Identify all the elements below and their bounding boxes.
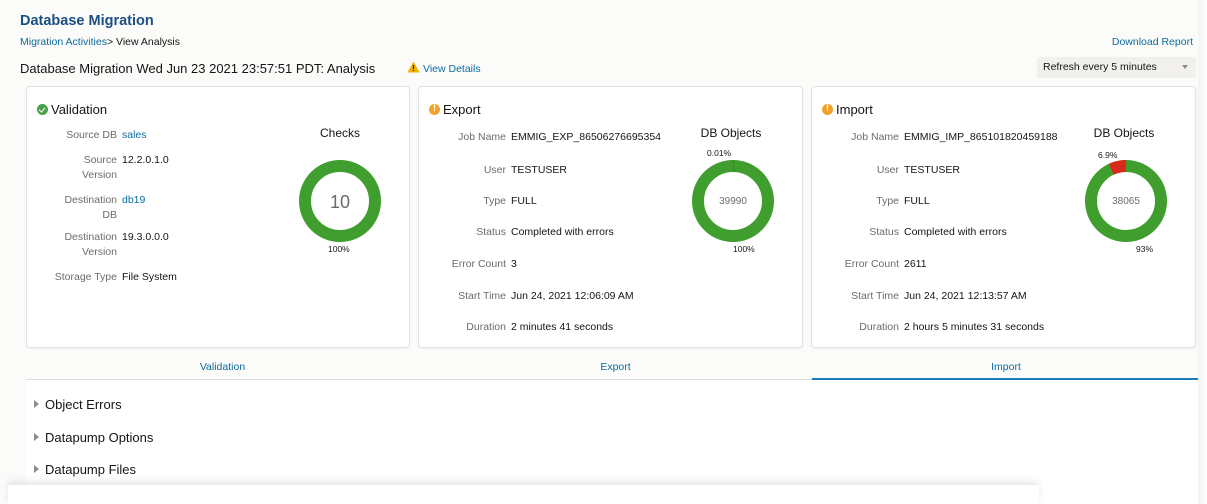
export-title: Export	[443, 102, 481, 117]
import-job-name-value: EMMIG_IMP_865101820459188	[904, 131, 1058, 143]
export-type-value: FULL	[511, 195, 537, 207]
export-duration-label: Duration	[466, 321, 506, 333]
breadcrumb: Migration Activities> View Analysis	[20, 36, 180, 48]
import-status-label: Status	[869, 226, 899, 238]
success-check-icon	[37, 104, 48, 115]
import-error-count-value: 2611	[904, 258, 927, 270]
import-status-value: Completed with errors	[904, 226, 1007, 238]
validation-card: Validation Source DB sales Source Versio…	[26, 86, 410, 348]
warning-status-icon	[822, 103, 833, 115]
checks-chart-title: Checks	[319, 126, 360, 140]
refresh-interval-select[interactable]: Refresh every 5 minutes	[1037, 57, 1196, 78]
export-success-pct: 100%	[733, 244, 755, 254]
export-card-title: Export	[429, 102, 481, 117]
destination-version-label: Destination Version	[64, 231, 117, 258]
validation-title: Validation	[51, 102, 108, 117]
breadcrumb-current: View Analysis	[113, 36, 181, 48]
checks-donut-center: 10	[330, 192, 350, 212]
import-title: Import	[836, 102, 873, 117]
view-details-link[interactable]: View Details	[423, 63, 481, 75]
expand-triangle-icon	[34, 400, 39, 408]
import-donut-center: 38065	[1112, 196, 1140, 207]
import-donut-chart: 38065	[1085, 160, 1167, 242]
datapump-options-label: Datapump Options	[45, 430, 154, 445]
object-errors-section[interactable]: Object Errors	[34, 397, 122, 412]
export-user-value: TESTUSER	[511, 164, 568, 176]
export-error-count-value: 3	[511, 258, 517, 270]
import-start-time-value: Jun 24, 2021 12:13:57 AM	[904, 290, 1027, 302]
export-donut-center: 39990	[719, 196, 747, 207]
refresh-interval-value: Refresh every 5 minutes	[1043, 61, 1157, 73]
object-errors-label: Object Errors	[45, 397, 122, 412]
chevron-down-icon	[1182, 65, 1188, 69]
analysis-tabs: Validation Export Import	[26, 356, 1200, 380]
export-error-count-label: Error Count	[451, 258, 506, 270]
export-chart-title: DB Objects	[700, 126, 762, 140]
import-job-name-label: Job Name	[851, 131, 899, 143]
storage-type-value: File System	[122, 271, 177, 283]
datapump-files-label: Datapump Files	[45, 462, 137, 477]
expand-triangle-icon	[34, 465, 39, 473]
source-version-label: Source Version	[81, 154, 117, 181]
export-duration-value: 2 minutes 41 seconds	[511, 321, 614, 333]
datapump-options-section[interactable]: Datapump Options	[34, 430, 153, 445]
destination-db-label: Destination DB	[64, 194, 117, 221]
source-version-value: 12.2.0.1.0	[122, 154, 169, 166]
checks-donut-chart: 10	[299, 160, 381, 242]
warning-icon	[407, 61, 420, 73]
import-duration-value: 2 hours 5 minutes 31 seconds	[904, 321, 1045, 333]
import-success-pct: 93%	[1136, 244, 1154, 254]
import-start-time-label: Start Time	[851, 290, 899, 302]
window-edge	[1198, 0, 1207, 504]
download-report-link[interactable]: Download Report	[1112, 36, 1193, 48]
warning-status-icon	[429, 103, 440, 115]
tab-import[interactable]: Import	[812, 356, 1200, 380]
import-chart-title: DB Objects	[1093, 126, 1155, 140]
export-user-label: User	[483, 164, 506, 176]
checks-pct-label: 100%	[328, 244, 350, 254]
export-start-time-label: Start Time	[458, 290, 506, 302]
destination-db-link[interactable]: db19	[122, 193, 145, 208]
export-start-time-value: Jun 24, 2021 12:06:09 AM	[511, 290, 634, 302]
storage-type-label: Storage Type	[54, 271, 117, 283]
export-job-name-label: Job Name	[458, 131, 506, 143]
validation-card-title: Validation	[37, 102, 107, 117]
expand-triangle-icon	[34, 433, 39, 441]
import-type-label: Type	[876, 195, 899, 207]
export-status-value: Completed with errors	[511, 226, 614, 238]
bottom-overlay-panel	[8, 484, 1039, 504]
export-type-label: Type	[483, 195, 506, 207]
import-card-title: Import	[822, 102, 873, 117]
datapump-files-section[interactable]: Datapump Files	[34, 462, 136, 477]
tab-export[interactable]: Export	[419, 356, 812, 380]
import-user-label: User	[876, 164, 899, 176]
export-error-pct: 0.01%	[707, 148, 732, 158]
breadcrumb-link-migration-activities[interactable]: Migration Activities	[20, 36, 107, 48]
import-user-value: TESTUSER	[904, 164, 961, 176]
source-db-link[interactable]: sales	[122, 128, 147, 143]
export-donut-chart: 39990	[692, 160, 774, 242]
app-title: Database Migration	[20, 13, 154, 29]
import-duration-label: Duration	[859, 321, 899, 333]
import-error-count-label: Error Count	[844, 258, 899, 270]
tab-validation[interactable]: Validation	[26, 356, 419, 380]
page: Database Migration Migration Activities>…	[0, 0, 1207, 504]
destination-version-value: 19.3.0.0.0	[122, 231, 169, 243]
import-type-value: FULL	[904, 195, 930, 207]
export-status-label: Status	[476, 226, 506, 238]
export-job-name-value: EMMIG_EXP_86506276695354	[511, 131, 662, 143]
page-heading: Database Migration Wed Jun 23 2021 23:57…	[20, 61, 376, 76]
export-card: Export Job Name EMMIG_EXP_86506276695354…	[418, 86, 803, 348]
import-card: Import Job Name EMMIG_IMP_86510182045918…	[811, 86, 1196, 348]
source-db-label: Source DB	[66, 129, 117, 141]
